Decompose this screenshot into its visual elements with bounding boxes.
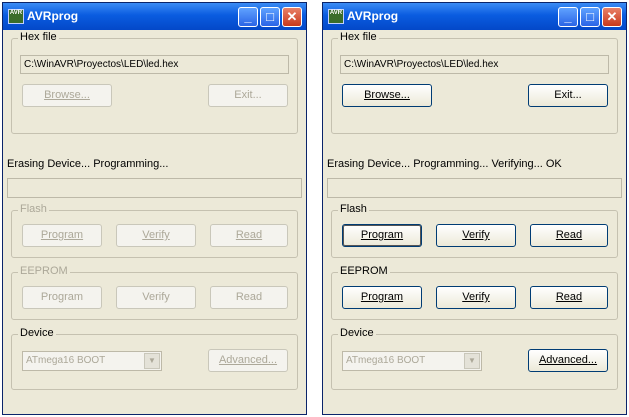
window-client: Hex file C:\WinAVR\Proyectos\LED\led.hex… [323,30,626,414]
device-group: Device ATmega16 BOOT ▼ Advanced... [331,327,618,390]
close-button[interactable]: ✕ [602,7,622,27]
browse-button[interactable]: Browse... [342,84,432,107]
advanced-button[interactable]: Advanced... [528,349,608,372]
hex-file-group: Hex file C:\WinAVR\Proyectos\LED\led.hex… [11,31,298,134]
eeprom-read-button[interactable]: Read [210,286,288,309]
hex-file-legend: Hex file [338,31,379,43]
chevron-down-icon[interactable]: ▼ [464,353,480,369]
hex-file-group: Hex file C:\WinAVR\Proyectos\LED\led.hex… [331,31,618,134]
minimize-button[interactable]: _ [238,7,258,27]
progress-bar [327,178,622,198]
eeprom-read-button[interactable]: Read [530,286,608,309]
status-text: Erasing Device... Programming... [7,158,169,170]
close-icon: ✕ [286,9,298,24]
eeprom-group: EEPROM Program Verify Read [11,265,298,320]
hex-file-path: C:\WinAVR\Proyectos\LED\led.hex [340,55,609,74]
flash-program-button[interactable]: Program [342,224,422,247]
flash-verify-button[interactable]: Verify [116,224,196,247]
flash-verify-button[interactable]: Verify [436,224,516,247]
flash-program-button[interactable]: Program [22,224,102,247]
flash-group: Flash Program Verify Read [11,203,298,258]
eeprom-program-button[interactable]: Program [22,286,102,309]
maximize-button[interactable]: □ [580,7,600,27]
window-title: AVRprog [347,9,399,23]
minimize-button[interactable]: _ [558,7,578,27]
device-select[interactable]: ATmega16 BOOT ▼ [342,351,482,371]
eeprom-legend: EEPROM [18,265,70,277]
maximize-button[interactable]: □ [260,7,280,27]
eeprom-program-button[interactable]: Program [342,286,422,309]
flash-legend: Flash [338,203,369,215]
avrprog-window-right: AVR AVRprog _ □ ✕ Hex file C:\WinAVR\Pro… [322,2,627,415]
device-group: Device ATmega16 BOOT ▼ Advanced... [11,327,298,390]
minimize-icon: _ [244,9,252,24]
browse-button[interactable]: Browse... [22,84,112,107]
status-text: Erasing Device... Programming... Verifyi… [327,158,562,170]
exit-button[interactable]: Exit... [208,84,288,107]
window-title: AVRprog [27,9,79,23]
maximize-icon: □ [266,9,274,24]
flash-read-button[interactable]: Read [530,224,608,247]
flash-read-button[interactable]: Read [210,224,288,247]
title-bar[interactable]: AVR AVRprog _ □ ✕ [323,3,626,30]
maximize-icon: □ [586,9,594,24]
hex-file-path: C:\WinAVR\Proyectos\LED\led.hex [20,55,289,74]
exit-button[interactable]: Exit... [528,84,608,107]
title-bar[interactable]: AVR AVRprog _ □ ✕ [3,3,306,30]
close-button[interactable]: ✕ [282,7,302,27]
advanced-button[interactable]: Advanced... [208,349,288,372]
eeprom-legend: EEPROM [338,265,390,277]
flash-legend: Flash [18,203,49,215]
chevron-down-icon[interactable]: ▼ [144,353,160,369]
device-legend: Device [18,327,56,339]
progress-bar [7,178,302,198]
device-legend: Device [338,327,376,339]
eeprom-verify-button[interactable]: Verify [116,286,196,309]
device-select[interactable]: ATmega16 BOOT ▼ [22,351,162,371]
eeprom-group: EEPROM Program Verify Read [331,265,618,320]
avr-app-icon: AVR [8,9,24,24]
hex-file-legend: Hex file [18,31,59,43]
eeprom-verify-button[interactable]: Verify [436,286,516,309]
avr-app-icon: AVR [328,9,344,24]
avrprog-window-left: AVR AVRprog _ □ ✕ Hex file C:\WinAVR\Pro… [2,2,307,415]
close-icon: ✕ [606,9,618,24]
flash-group: Flash Program Verify Read [331,203,618,258]
window-client: Hex file C:\WinAVR\Proyectos\LED\led.hex… [3,30,306,414]
minimize-icon: _ [564,9,572,24]
